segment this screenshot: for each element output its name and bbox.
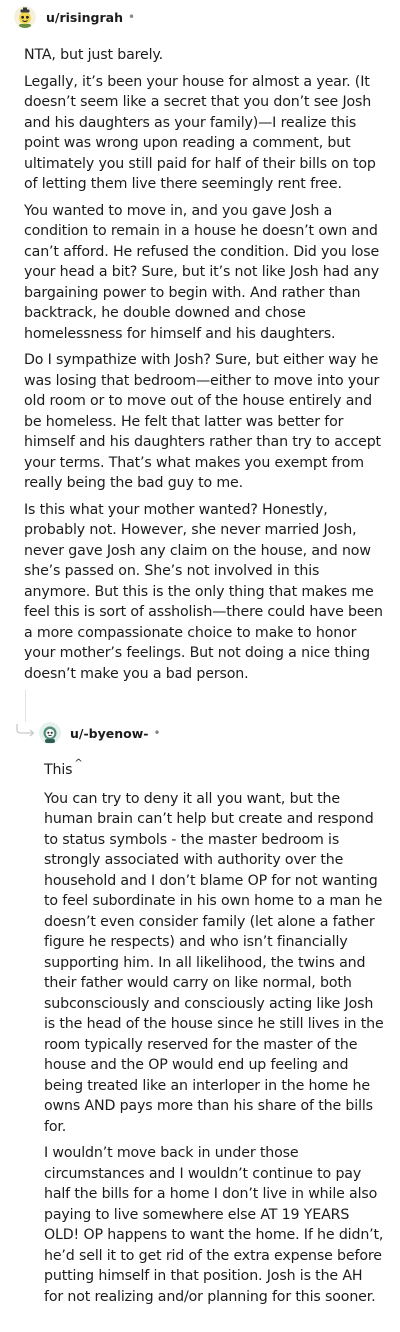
- comment-paragraph: NTA, but just barely.: [24, 47, 163, 63]
- comment-paragraph: You wanted to move in, and you gave Josh…: [24, 202, 380, 342]
- comment-body: This ^ You can try to deny it all you wan…: [44, 758, 384, 1313]
- comment-paragraph: I wouldn’t move back in under those circ…: [44, 1145, 384, 1305]
- comment-paragraph: This ^: [44, 758, 384, 783]
- username-link[interactable]: u/risingrah: [46, 10, 123, 25]
- snoo-avatar-yellow-icon[interactable]: [14, 6, 36, 28]
- reply-arrow-icon: [14, 722, 36, 742]
- comment-header: u/risingrah •: [14, 4, 135, 30]
- superscript-caret: ^: [74, 758, 83, 769]
- comment-body: NTA, but just barely. Legally, it’s been…: [24, 45, 384, 690]
- first-word: This: [44, 762, 73, 778]
- comment-paragraph: Do I sympathize with Josh? Sure, but eit…: [24, 352, 381, 491]
- comment-paragraph: You can try to deny it all you want, but…: [44, 790, 384, 1135]
- comment-paragraph: Is this what your mother wanted? Honestl…: [24, 501, 383, 682]
- username-link[interactable]: u/-byenow-: [70, 726, 148, 741]
- snoo-avatar-green-icon[interactable]: [39, 722, 61, 744]
- separator-dot: •: [153, 726, 161, 740]
- comment-paragraph: Legally, it’s been your house for almost…: [24, 73, 376, 193]
- separator-dot: •: [127, 10, 136, 24]
- thread-line[interactable]: [25, 690, 26, 722]
- comment-header: u/-byenow- •: [39, 720, 161, 746]
